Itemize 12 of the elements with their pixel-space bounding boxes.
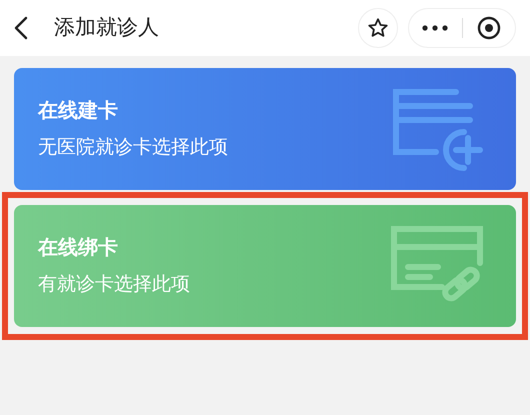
page-title: 添加就诊人 [54,15,159,42]
more-icon [422,25,448,31]
favorite-button[interactable] [358,8,398,48]
target-icon [476,16,501,40]
back-icon [14,16,28,40]
option-title: 在线建卡 [38,98,119,124]
option-subtitle: 无医院就诊卡选择此项 [38,136,228,160]
option-subtitle: 有就诊卡选择此项 [38,272,190,297]
option-title: 在线绑卡 [38,236,119,261]
option-card[interactable]: 在线建卡 无医院就诊卡选择此项 [14,68,516,190]
option-card[interactable]: 在线绑卡 有就诊卡选择此项 [14,205,516,327]
star-icon [367,17,389,39]
